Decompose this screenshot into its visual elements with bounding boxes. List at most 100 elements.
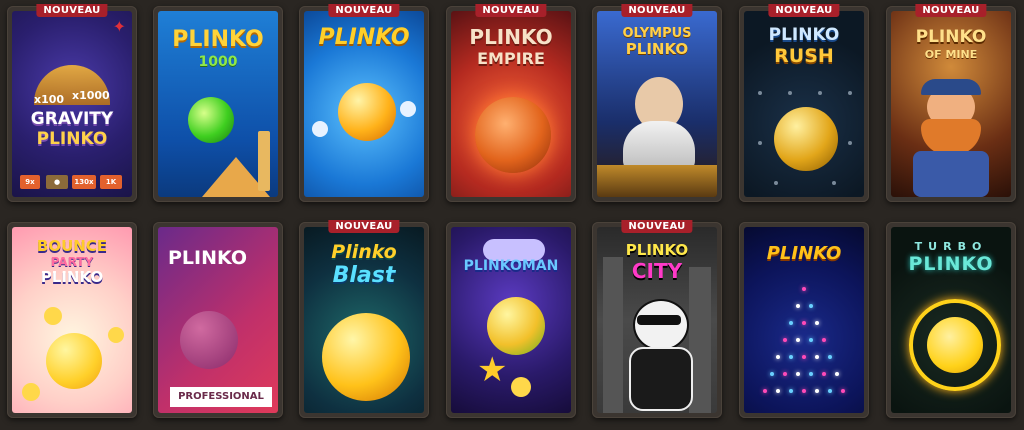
game-title-line1: PLINKO (168, 247, 248, 269)
orange-ball (322, 313, 410, 401)
yellow-ball (487, 297, 545, 355)
peg (841, 389, 845, 393)
peg (821, 372, 826, 376)
game-title-line1: PLINKO (625, 241, 689, 259)
game-title-line1: PLINKO (172, 27, 264, 52)
multiplier-text: x100 (34, 93, 65, 106)
game-title-line1: BOUNCE (36, 237, 108, 255)
pillar-shape (258, 131, 270, 191)
game-title-line2: PLINKO (625, 40, 689, 58)
yellow-ball (46, 333, 102, 389)
green-ball (188, 97, 234, 143)
game-title-line1: TURBO (914, 240, 988, 253)
game-card-plinko-neon[interactable]: PLINKO (739, 222, 869, 418)
dwarf-helmet (921, 79, 981, 95)
new-badge: NOUVEAU (621, 220, 693, 233)
new-badge: NOUVEAU (328, 220, 400, 233)
game-title-line2: CITY (631, 259, 683, 283)
game-title-line2: PLINKO (908, 253, 994, 275)
multiplier-chip: 130x (72, 175, 96, 189)
new-badge: NOUVEAU (621, 4, 693, 17)
game-card-turbo-plinko[interactable]: TURBO PLINKO (886, 222, 1016, 418)
game-title-line2: Blast (332, 263, 396, 288)
orange-ball (338, 83, 396, 141)
game-card-plinko-empire[interactable]: NOUVEAU PLINKO EMPIRE (446, 4, 576, 202)
sunglasses-icon (637, 315, 681, 325)
game-title-line2: PLINKO (36, 129, 108, 149)
game-subtitle-box: PROFESSIONAL (170, 387, 272, 407)
game-art: BOUNCE PARTY PLINKO (12, 227, 132, 413)
peg (776, 355, 780, 359)
peg (795, 372, 800, 376)
game-art: PLINKO OF MINE (891, 11, 1011, 197)
peg (776, 389, 780, 393)
game-art: OLYMPUS PLINKO (597, 11, 717, 197)
game-title-line2: EMPIRE (477, 49, 545, 68)
game-card-plinko-professional[interactable]: PLINKO PROFESSIONAL (153, 222, 283, 418)
yellow-ball (927, 317, 983, 373)
peg-ball (400, 101, 416, 117)
game-card-plinko-1000[interactable]: PLINKO 1000 (153, 6, 283, 202)
multiplier-chip: ● (46, 175, 68, 189)
peg (834, 372, 839, 376)
game-card-plinko-rush[interactable]: NOUVEAU PLINKO RUSH (739, 4, 869, 202)
peg (802, 287, 806, 291)
game-card-bounce-party-plinko[interactable]: BOUNCE PARTY PLINKO (7, 222, 137, 418)
peg-ball (312, 121, 328, 137)
new-badge: NOUVEAU (768, 4, 840, 17)
game-art: PLINKO (744, 227, 864, 413)
game-art: ✦ x100 x1000 GRAVITY PLINKO 9x ● 130x 1K (12, 11, 132, 197)
game-title-line1: PLINKOMAN (463, 258, 559, 274)
game-art: PLINKOMAN ★ (451, 227, 571, 413)
game-title-line2: 1000 (198, 54, 238, 70)
game-art: PLINKO EMPIRE (451, 11, 571, 197)
game-card-olympus-plinko[interactable]: NOUVEAU OLYMPUS PLINKO (592, 4, 722, 202)
peg (795, 338, 800, 342)
multiplier-text: x1000 (72, 89, 110, 102)
game-title-line1: GRAVITY (30, 109, 114, 129)
game-card-plinko-city[interactable]: NOUVEAU PLINKO CITY (592, 220, 722, 418)
peg (808, 338, 813, 342)
game-title-line1: PLINKO (768, 25, 840, 45)
game-title-line1: Plinko (331, 241, 397, 263)
multiplier-chip: 9x (20, 175, 40, 189)
peg (758, 91, 762, 95)
peg (848, 141, 852, 145)
peg (788, 91, 792, 95)
pink-ball (180, 311, 238, 369)
game-title-line1: PLINKO (766, 243, 842, 264)
game-art: PLINKO 1000 (158, 11, 278, 197)
game-art: PLINKO CITY (597, 227, 717, 413)
game-title-line1: PLINKO (469, 25, 553, 49)
cat-head (633, 299, 689, 351)
game-title-line2: OF MINE (924, 48, 978, 61)
peg (848, 91, 852, 95)
game-art: PLINKO RUSH (744, 11, 864, 197)
game-card-gravity-plinko[interactable]: NOUVEAU ✦ x100 x1000 GRAVITY PLINKO 9x ●… (7, 4, 137, 202)
game-title-line2: RUSH (774, 45, 834, 67)
game-art: Plinko Blast (304, 227, 424, 413)
game-card-plinko[interactable]: NOUVEAU PLINKO (299, 4, 429, 202)
peg (815, 321, 819, 325)
game-title-line1: OLYMPUS (622, 26, 692, 41)
peg (782, 372, 787, 376)
peg (802, 355, 806, 359)
game-card-plinko-of-mine[interactable]: NOUVEAU PLINKO OF MINE (886, 4, 1016, 202)
peg (828, 355, 832, 359)
peg (815, 355, 819, 359)
game-title-line2: PARTY (50, 255, 94, 269)
game-art: TURBO PLINKO (891, 227, 1011, 413)
game-title-line1: PLINKO (318, 25, 410, 50)
game-card-plinkoman[interactable]: PLINKOMAN ★ (446, 222, 576, 418)
zeus-armor (597, 165, 717, 197)
game-card-plinko-blast[interactable]: NOUVEAU Plinko Blast (299, 220, 429, 418)
small-ball (511, 377, 531, 397)
peg (832, 181, 836, 185)
peg (789, 355, 793, 359)
peg (808, 304, 813, 308)
peg (758, 141, 762, 145)
small-ball (108, 327, 124, 343)
peg (789, 321, 793, 325)
cat-body (629, 347, 693, 411)
peg (802, 321, 806, 325)
